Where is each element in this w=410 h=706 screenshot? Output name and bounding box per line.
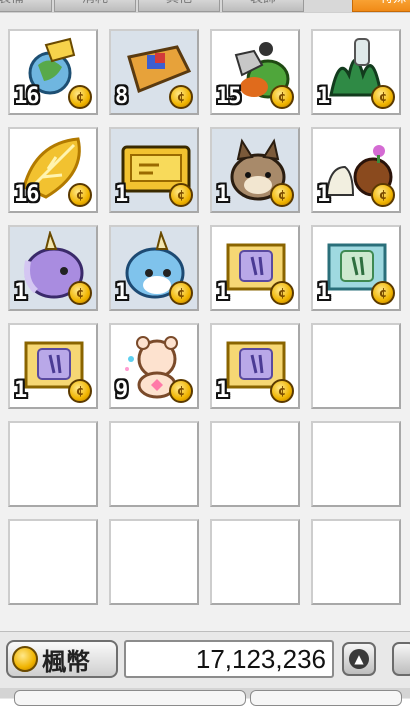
inventory-slot[interactable]: 1 ¢ (109, 127, 199, 213)
inventory-slot[interactable]: 1 ¢ (210, 323, 300, 409)
item-quantity: 15 (216, 84, 241, 109)
cash-item-coin-icon: ¢ (371, 281, 395, 305)
side-button[interactable] (392, 642, 410, 676)
inventory-slot[interactable]: 16 ¢ (8, 127, 98, 213)
empty-inventory-slot[interactable] (311, 323, 401, 409)
cash-item-coin-icon: ¢ (371, 183, 395, 207)
cash-item-coin-icon: ¢ (68, 281, 92, 305)
meso-label: 楓幣 (42, 647, 90, 676)
cash-item-coin-icon: ¢ (68, 85, 92, 109)
tab-cash[interactable]: 特殊 (352, 0, 410, 12)
tab-use[interactable]: 消耗 (54, 0, 136, 12)
item-quantity: 1 (216, 280, 229, 305)
cash-item-coin-icon: ¢ (371, 85, 395, 109)
cash-item-coin-icon: ¢ (68, 183, 92, 207)
inventory-slot[interactable]: 1 ¢ (311, 127, 401, 213)
tab-etc[interactable]: 其他 (138, 0, 220, 12)
empty-inventory-slot[interactable] (8, 519, 98, 605)
item-quantity: 1 (216, 182, 229, 207)
inventory-slot[interactable]: 9 ¢ (109, 323, 199, 409)
item-quantity: 1 (216, 378, 229, 403)
inventory-slot[interactable]: 1 ¢ (8, 323, 98, 409)
cash-item-coin-icon: ¢ (169, 281, 193, 305)
empty-inventory-slot[interactable] (8, 421, 98, 507)
item-quantity: 1 (14, 378, 27, 403)
item-quantity: 1 (317, 280, 330, 305)
inventory-slot[interactable]: 8 ¢ (109, 29, 199, 115)
empty-inventory-slot[interactable] (311, 421, 401, 507)
bottom-pill-left[interactable] (14, 690, 246, 706)
cash-item-coin-icon: ¢ (270, 379, 294, 403)
inventory-grid: 16 ¢ 8 ¢ 15 ¢ 1 ¢ 16 ¢ 1 ¢ 1 ¢ 1 ¢ 1 ¢ 1 ¢ 1 ¢ 1 ¢ 1 ¢ 9 ¢ 1 ¢ (0, 12, 410, 631)
item-quantity: 1 (115, 182, 128, 207)
inventory-slot[interactable]: 16 ¢ (8, 29, 98, 115)
cash-item-coin-icon: ¢ (270, 85, 294, 109)
tab-setup[interactable]: 裝飾 (222, 0, 304, 12)
inventory-slot[interactable]: 1 ¢ (210, 127, 300, 213)
cash-item-coin-icon: ¢ (68, 379, 92, 403)
empty-inventory-slot[interactable] (109, 519, 199, 605)
empty-inventory-slot[interactable] (210, 519, 300, 605)
item-quantity: 1 (317, 84, 330, 109)
item-quantity: 16 (14, 84, 39, 109)
item-quantity: 8 (115, 84, 128, 109)
inventory-slot[interactable]: 15 ¢ (210, 29, 300, 115)
arrow-up-icon: ▲ (349, 649, 369, 669)
empty-inventory-slot[interactable] (210, 421, 300, 507)
inventory-slot[interactable]: 1 ¢ (8, 225, 98, 311)
cash-item-coin-icon: ¢ (169, 183, 193, 207)
bottom-pill-right[interactable] (250, 690, 402, 706)
inventory-slot[interactable]: 1 ¢ (311, 29, 401, 115)
empty-inventory-slot[interactable] (109, 421, 199, 507)
inventory-slot[interactable]: 1 ¢ (109, 225, 199, 311)
cash-item-coin-icon: ¢ (169, 85, 193, 109)
item-quantity: 16 (14, 182, 39, 207)
item-quantity: 1 (115, 280, 128, 305)
inventory-slot[interactable]: 1 ¢ (210, 225, 300, 311)
item-quantity: 1 (14, 280, 27, 305)
cash-item-coin-icon: ¢ (270, 183, 294, 207)
empty-inventory-slot[interactable] (311, 519, 401, 605)
item-quantity: 9 (115, 378, 128, 403)
inventory-slot[interactable]: 1 ¢ (311, 225, 401, 311)
cash-item-coin-icon: ¢ (270, 281, 294, 305)
item-quantity: 1 (317, 182, 330, 207)
meso-amount: 17,123,236 (124, 640, 334, 678)
tab-equip[interactable]: 裝備 (0, 0, 52, 12)
meso-button[interactable]: 楓幣 (6, 640, 118, 678)
coin-icon (12, 646, 38, 672)
arrow-up-button[interactable]: ▲ (342, 642, 376, 676)
bottom-strip (0, 688, 410, 706)
inventory-tab-bar: 裝備 消耗 其他 裝飾 特殊 (0, 0, 410, 12)
cash-item-coin-icon: ¢ (169, 379, 193, 403)
